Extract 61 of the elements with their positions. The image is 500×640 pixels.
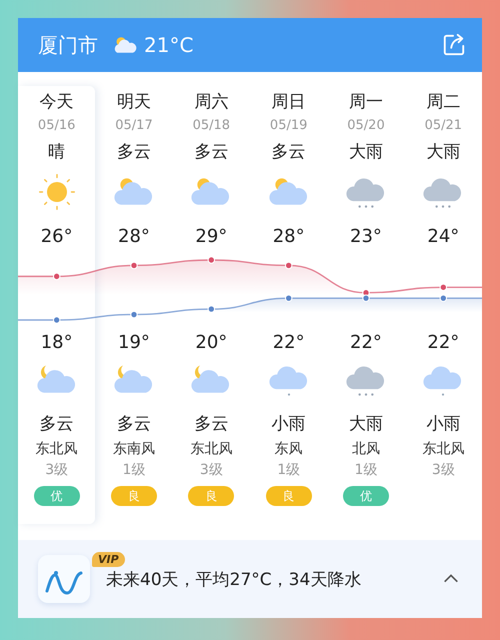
- day-condition: 多云: [272, 141, 306, 164]
- low-temperature: 22°: [350, 331, 382, 355]
- wind-direction: 东北风: [36, 440, 78, 459]
- day-label: 周日: [272, 91, 306, 114]
- city-name: 厦门市: [38, 32, 98, 58]
- day-label: 周二: [426, 91, 460, 114]
- wind-direction: 东北风: [422, 440, 464, 459]
- date-label: 05/21: [424, 117, 462, 135]
- wind-level: 3级: [432, 461, 455, 480]
- vip-badge: VIP: [92, 552, 125, 567]
- air-quality-badge: 优: [34, 486, 80, 506]
- low-temperature: 18°: [40, 331, 73, 355]
- trend-app-icon: [38, 555, 90, 603]
- day-condition: 晴: [48, 141, 66, 164]
- wind-level: 1级: [122, 461, 146, 480]
- wind-level: 1级: [277, 461, 300, 480]
- wind-direction: 东北风: [190, 440, 232, 459]
- low-temperature: 22°: [427, 331, 460, 355]
- low-temperature: 19°: [118, 331, 150, 355]
- wind-direction: 东南风: [112, 440, 155, 459]
- outlook-summary: 未来40天，平均27°C，34天降水: [106, 568, 362, 590]
- day-condition: 大雨: [426, 141, 460, 164]
- air-quality-badge: 良: [266, 486, 312, 506]
- outlook-bar[interactable]: VIP 未来40天，平均27°C，34天降水: [18, 540, 482, 618]
- high-temperature: 29°: [195, 225, 228, 249]
- day-label: 明天: [116, 91, 151, 114]
- night-condition: 多云: [194, 413, 228, 436]
- date-label: 05/19: [270, 117, 308, 135]
- day-condition: 多云: [116, 141, 151, 164]
- high-temperature: 28°: [118, 225, 150, 249]
- high-temperature: 28°: [272, 225, 305, 249]
- night-condition: 大雨: [348, 413, 383, 436]
- wind-level: 1级: [354, 461, 378, 480]
- day-condition: 大雨: [348, 141, 383, 164]
- air-quality-badge: 优: [342, 486, 389, 506]
- date-label: 05/17: [115, 117, 153, 135]
- high-temperature: 26°: [40, 225, 73, 249]
- day-label: 周六: [194, 91, 228, 114]
- day-label: 今天: [40, 91, 74, 114]
- date-label: 05/16: [38, 117, 76, 135]
- day-label: 周一: [348, 91, 383, 114]
- day-condition: 多云: [194, 141, 228, 164]
- air-quality-badge: 良: [188, 486, 234, 506]
- wind-direction: 北风: [352, 440, 380, 459]
- low-temperature: 22°: [272, 331, 305, 355]
- share-icon[interactable]: [442, 33, 466, 57]
- wind-level: 3级: [200, 461, 223, 480]
- night-condition: 小雨: [426, 413, 460, 436]
- wind-level: 3级: [45, 461, 68, 480]
- high-temperature: 24°: [427, 225, 460, 249]
- high-temperature: 23°: [350, 225, 382, 249]
- date-label: 05/18: [192, 117, 230, 135]
- night-condition: 多云: [116, 413, 151, 436]
- date-label: 05/20: [347, 117, 385, 135]
- night-condition: 多云: [40, 413, 74, 436]
- low-temperature: 20°: [195, 331, 228, 355]
- current-temperature: 21°C: [144, 33, 194, 57]
- sun-icon: [36, 172, 77, 212]
- night-condition: 小雨: [272, 413, 306, 436]
- air-quality-badge: 良: [110, 486, 157, 506]
- wind-direction: 东风: [274, 440, 303, 459]
